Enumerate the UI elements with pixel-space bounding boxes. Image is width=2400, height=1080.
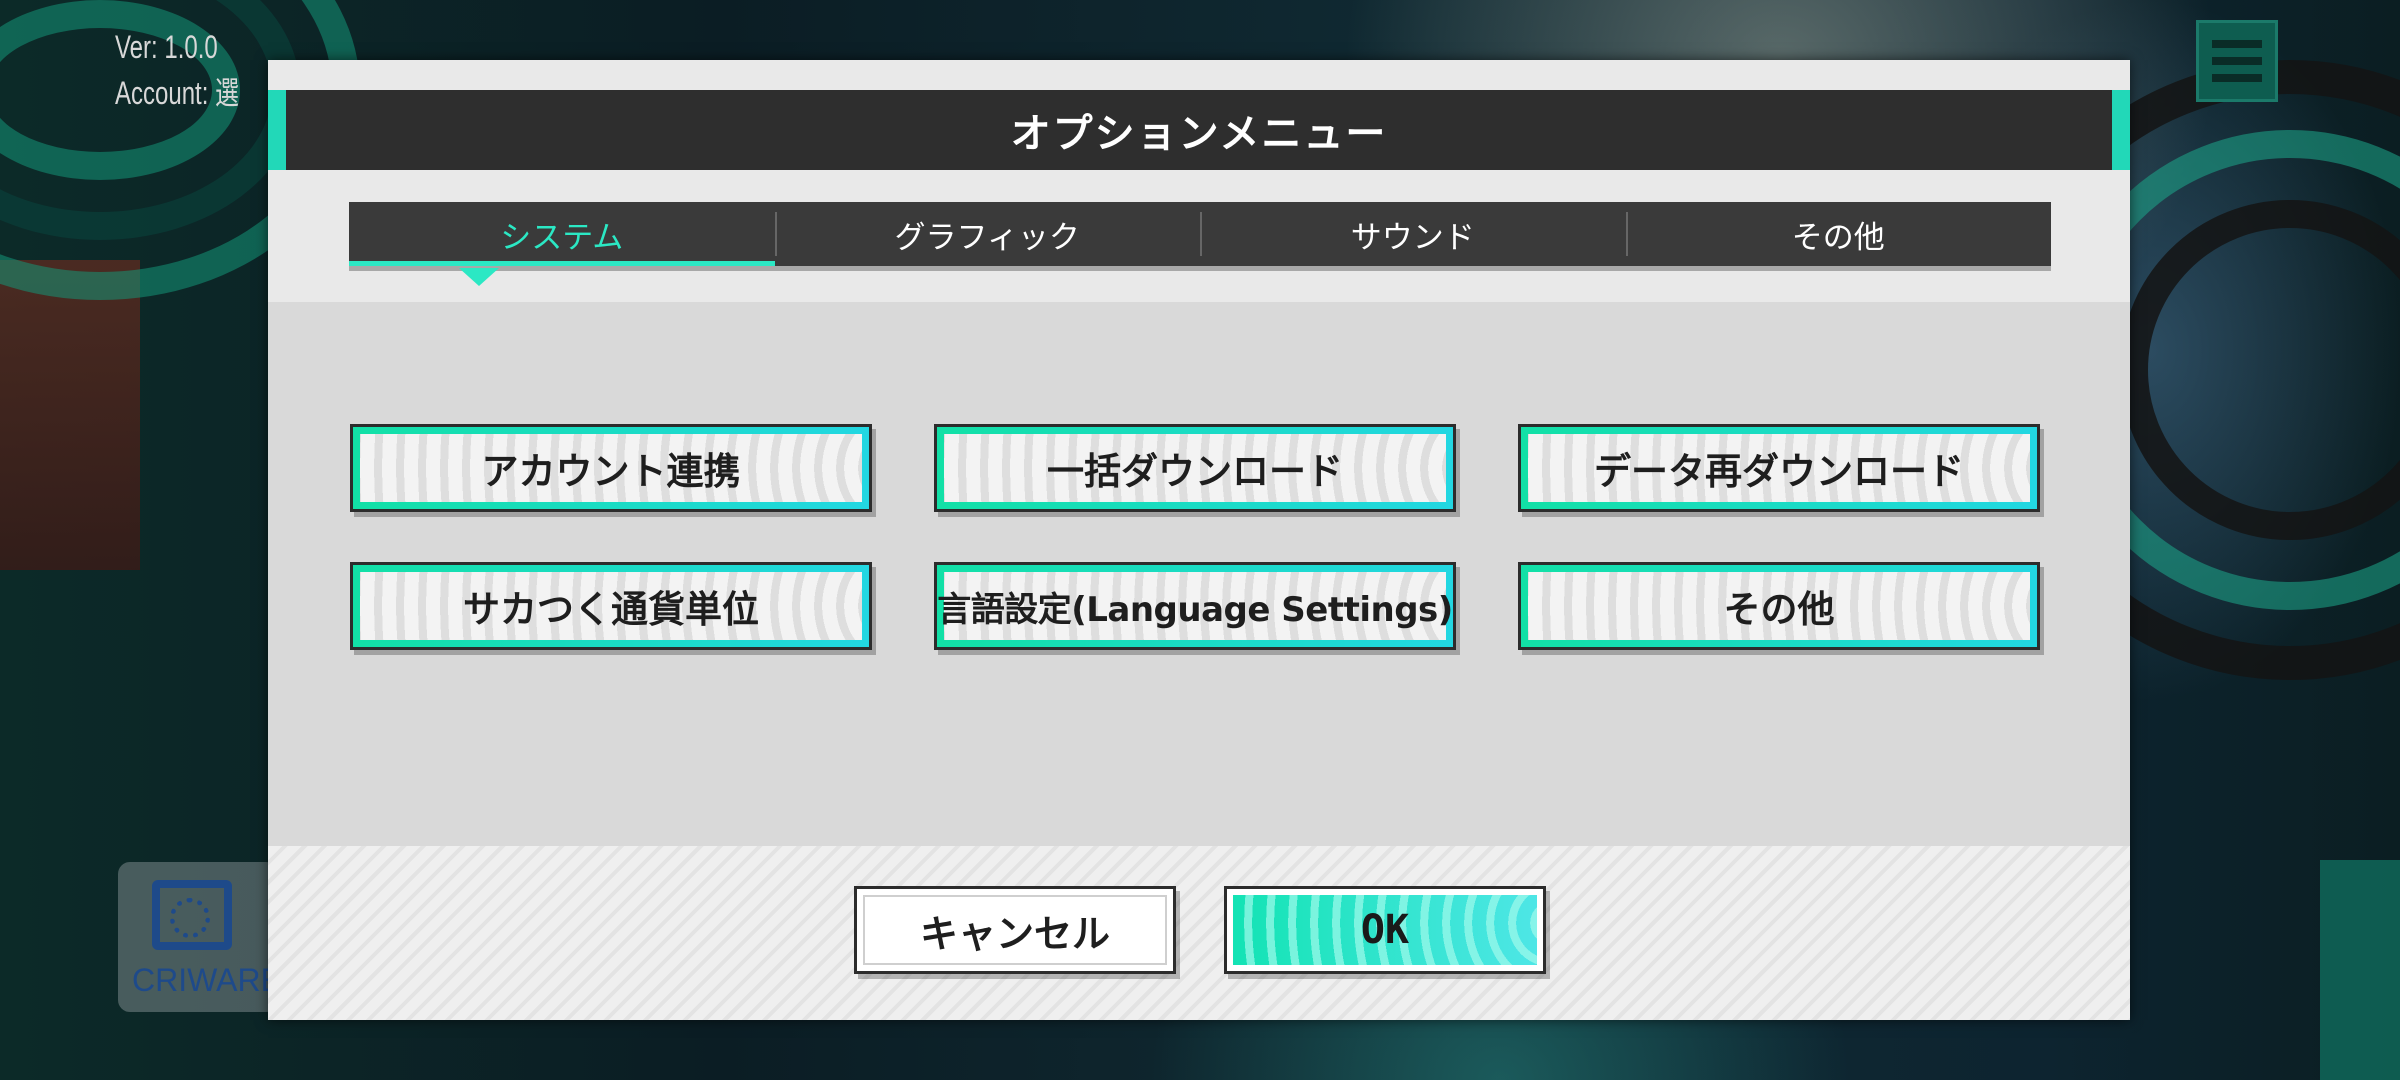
cancel-button[interactable]: キャンセル: [854, 886, 1176, 974]
criware-label: CRIWARE: [132, 962, 282, 998]
background-seat: [0, 260, 140, 570]
data-redownload-button[interactable]: データ再ダウンロード: [1518, 424, 2040, 512]
data-redownload-label: データ再ダウンロード: [1528, 434, 2030, 502]
language-settings-label: 言語設定(Language Settings): [937, 572, 1453, 640]
account-link-label: アカウント連携: [360, 434, 862, 502]
game-screen: Ver: 1.0.0 Account: 選 CRIWARE オプションメニュー …: [0, 0, 2400, 1080]
other-options-label: その他: [1528, 572, 2030, 640]
options-dialog: オプションメニュー システム グラフィック サウンド その他 アカウント連携 一…: [268, 60, 2130, 1020]
criware-logo: CRIWARE: [118, 862, 282, 1012]
cancel-label: キャンセル: [857, 889, 1173, 971]
account-text: Account: 選: [115, 75, 240, 111]
tab-other[interactable]: その他: [1625, 202, 2052, 266]
currency-unit-label: サカつく通貨単位: [360, 572, 862, 640]
version-info: Ver: 1.0.0 Account: 選: [115, 24, 239, 116]
bulk-download-button[interactable]: 一括ダウンロード: [934, 424, 1456, 512]
dialog-title-bar: オプションメニュー: [268, 90, 2130, 170]
tab-bar: システム グラフィック サウンド その他: [349, 202, 2051, 266]
currency-unit-button[interactable]: サカつく通貨単位: [350, 562, 872, 650]
ok-button[interactable]: OK: [1224, 886, 1546, 974]
criware-cube-icon: [152, 880, 232, 950]
criware-ring-icon: [170, 898, 210, 938]
options-content: アカウント連携 一括ダウンロード データ再ダウンロード サカつく通貨単位 言語設…: [268, 302, 2130, 846]
menu-icon-bar: [2212, 40, 2262, 48]
background-panel: [2320, 860, 2400, 1080]
menu-icon-bar: [2212, 57, 2262, 65]
account-link-button[interactable]: アカウント連携: [350, 424, 872, 512]
active-tab-pointer-icon: [459, 268, 499, 286]
tab-sound[interactable]: サウンド: [1200, 202, 1626, 266]
menu-icon-bar: [2212, 74, 2262, 82]
version-text: Ver: 1.0.0: [115, 29, 218, 65]
hamburger-menu-button[interactable]: [2196, 20, 2278, 102]
dialog-title: オプションメニュー: [1010, 111, 1388, 157]
tab-graphics[interactable]: グラフィック: [774, 202, 1201, 266]
language-settings-button[interactable]: 言語設定(Language Settings): [934, 562, 1456, 650]
ok-label: OK: [1233, 895, 1537, 965]
other-options-button[interactable]: その他: [1518, 562, 2040, 650]
bulk-download-label: 一括ダウンロード: [944, 434, 1446, 502]
dialog-footer: [268, 846, 2130, 1020]
tab-system[interactable]: システム: [349, 202, 775, 266]
